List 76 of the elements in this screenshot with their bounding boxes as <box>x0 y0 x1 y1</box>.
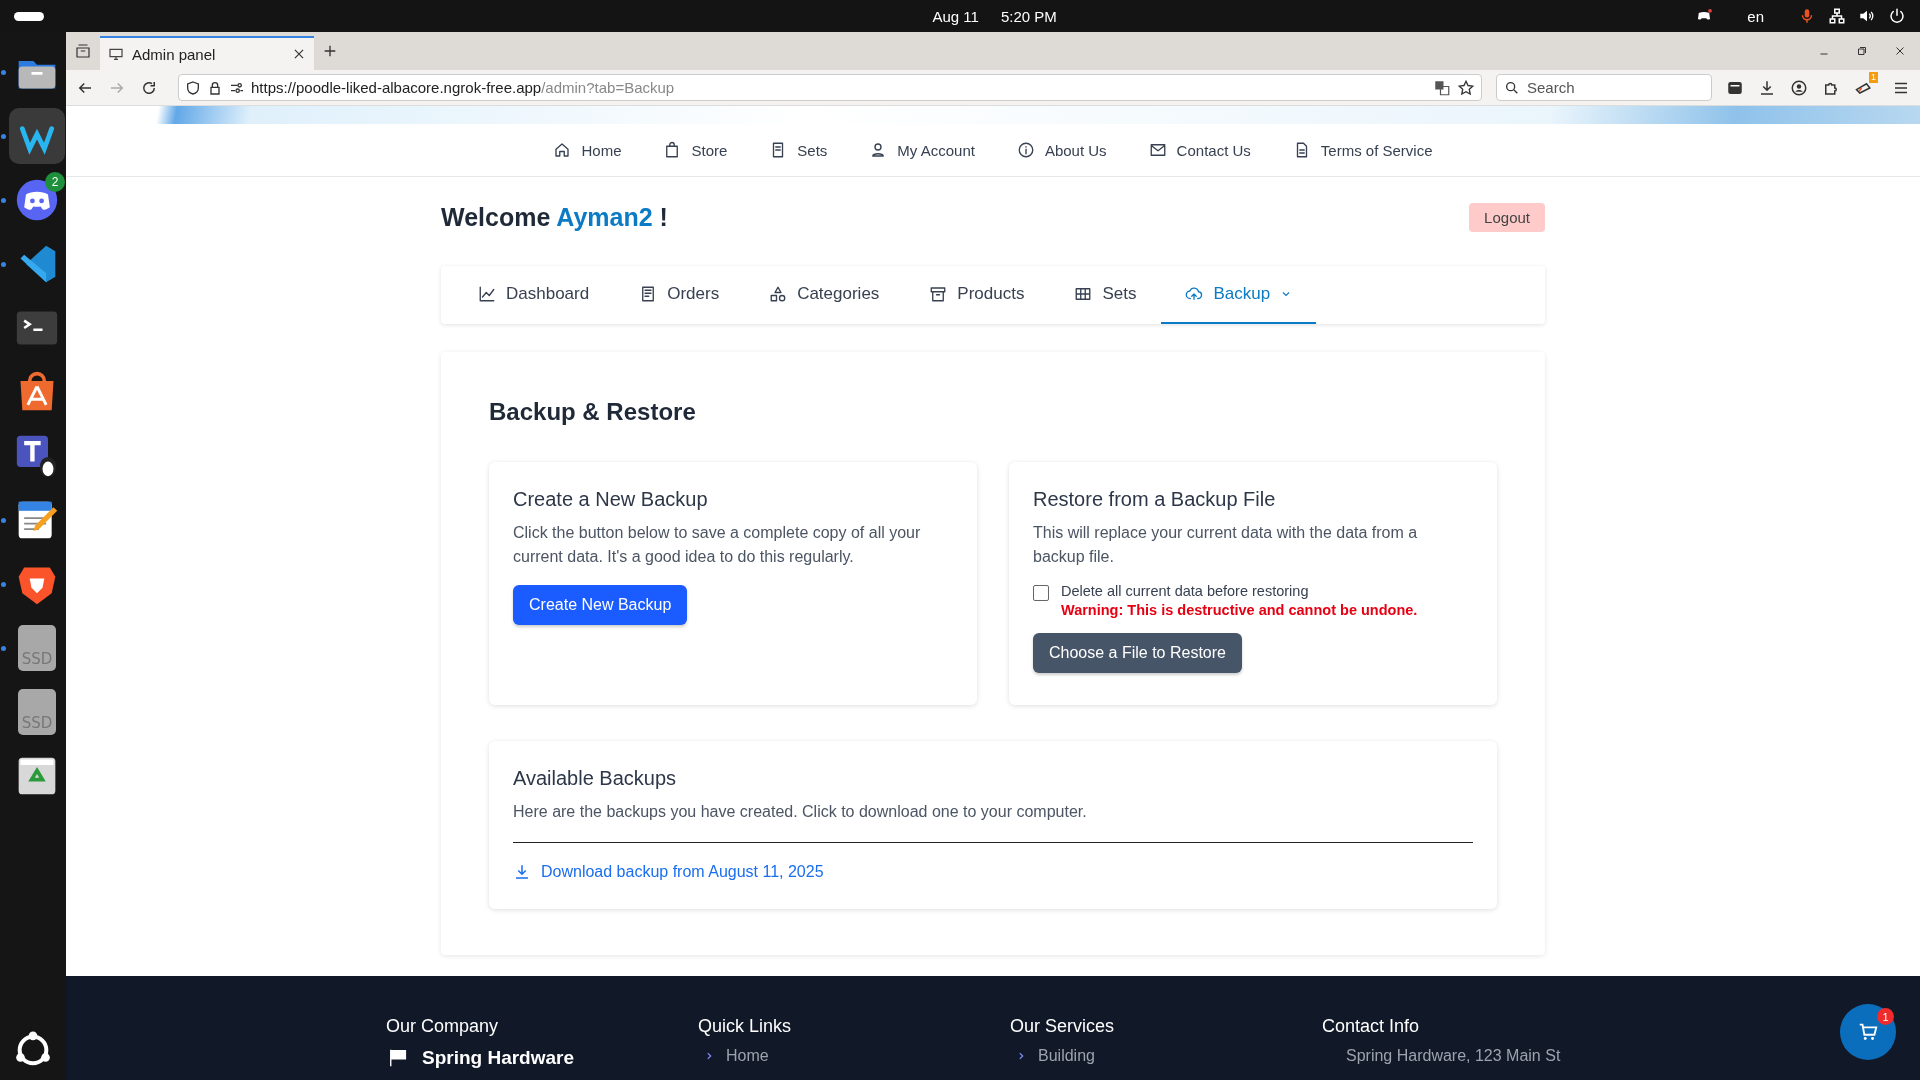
cart-button[interactable]: 1 <box>1840 1004 1896 1060</box>
admin-tab[interactable]: Dashboard <box>453 266 615 324</box>
contact-address: Spring Hardware, 123 Main St <box>1345 1047 1561 1064</box>
admin-tab[interactable]: Backup <box>1161 266 1317 324</box>
notification-badge: 2 <box>45 172 65 192</box>
checkbox[interactable] <box>1033 585 1049 601</box>
card-title: Available Backups <box>513 767 678 790</box>
welcome-heading: Welcome Ayman2 ! <box>441 203 668 232</box>
address-bar[interactable]: https://poodle-liked-albacore.ngrok-free.app/admin?tab=Backup <box>178 74 1482 101</box>
section-title: Backup & Restore <box>489 398 697 426</box>
plus-icon[interactable] <box>322 43 338 59</box>
admin-tab[interactable]: Categories <box>744 266 905 324</box>
footer-link[interactable]: Building <box>1010 1047 1322 1065</box>
account-icon[interactable] <box>1790 78 1808 97</box>
footer-heading: Our Services <box>1010 1016 1116 1037</box>
browser-tab[interactable]: Admin panel <box>100 36 314 70</box>
network-icon[interactable] <box>1828 7 1846 25</box>
download-link[interactable]: Download backup from August 11, 2025 <box>513 863 824 881</box>
warning-text: Warning: This is destructive and cannot be undone. <box>1061 602 1418 618</box>
monitor-icon <box>108 46 124 62</box>
line-chart-icon <box>478 285 496 303</box>
shield-icon <box>185 79 201 96</box>
footer-heading: Quick Links <box>698 1016 793 1037</box>
card-title: Restore from a Backup File <box>1033 488 1277 511</box>
create-backup-button[interactable]: Create New Backup <box>513 585 688 625</box>
table-grid-icon <box>1074 285 1093 303</box>
card-title: Create a New Backup <box>513 488 709 511</box>
chevron-right-icon <box>704 1051 714 1061</box>
power-icon[interactable] <box>1888 7 1906 25</box>
logout-button[interactable]: Logout <box>1469 203 1545 232</box>
tab-list-icon[interactable] <box>74 42 92 60</box>
date-text[interactable]: Aug 11 <box>932 7 979 25</box>
envelope-icon <box>1148 141 1167 159</box>
time-text[interactable]: 5:20 PM <box>1000 7 1057 25</box>
admin-tab[interactable]: Products <box>904 266 1050 324</box>
url-text: https://poodle-liked-albacore.ngrok-free.app/admin?tab=Backup <box>251 79 675 96</box>
brand-name: Spring Hardware <box>422 1047 575 1069</box>
nav-link[interactable]: About Us <box>1016 141 1107 159</box>
chevron-right-icon <box>1016 1051 1026 1061</box>
choose-file-button[interactable]: Choose a File to Restore <box>1033 633 1242 673</box>
nav-link[interactable]: Terms of Service <box>1292 141 1433 159</box>
notification-badge: 1 <box>1869 71 1878 83</box>
restore-icon[interactable] <box>1856 45 1868 57</box>
search-field[interactable]: Search <box>1496 74 1712 101</box>
game-controller-chat-icon[interactable] <box>15 178 59 222</box>
admin-tab[interactable]: Orders <box>614 266 745 324</box>
info-icon <box>1016 141 1035 159</box>
cart-count-badge: 1 <box>1877 1008 1894 1025</box>
checkbox-label: Delete all current data before restoring <box>1061 583 1310 599</box>
footer-heading: Our Company <box>386 1016 500 1037</box>
archive-box-icon <box>929 285 948 303</box>
nav-link[interactable]: Contact Us <box>1148 141 1251 159</box>
download-icon[interactable] <box>1758 78 1776 97</box>
close-icon[interactable] <box>292 47 306 61</box>
download-icon <box>513 863 531 881</box>
cart-icon <box>1857 1021 1879 1043</box>
footer-link[interactable]: Home <box>698 1047 1010 1065</box>
home-icon <box>553 141 572 159</box>
language-indicator[interactable]: en <box>1747 7 1764 25</box>
lock-icon <box>207 79 223 96</box>
admin-tab[interactable]: Sets <box>1049 266 1162 324</box>
card-description: Click the button below to save a complete copy of all your current data. It's a good idea to do this regularly. <box>513 523 922 567</box>
cloud-upload-icon <box>1185 285 1204 303</box>
card-description: This will replace your current data with the data from a backup file. <box>1033 523 1419 567</box>
nav-link[interactable]: Store <box>663 141 728 159</box>
card-description: Here are the backups you have created. Click to download one to your computer. <box>513 802 1088 822</box>
star-icon[interactable] <box>1457 78 1475 97</box>
activities-pill[interactable] <box>14 11 44 21</box>
nav-link[interactable]: My Account <box>869 141 975 159</box>
close-icon[interactable] <box>1894 45 1906 57</box>
tab-title: Admin panel <box>132 45 217 63</box>
nav-link[interactable]: Home <box>553 141 622 159</box>
nav-link[interactable]: Sets <box>769 141 828 159</box>
footer-heading: Contact Info <box>1322 1016 1421 1037</box>
translate-icon[interactable] <box>1433 78 1451 97</box>
shapes-icon <box>769 285 788 303</box>
